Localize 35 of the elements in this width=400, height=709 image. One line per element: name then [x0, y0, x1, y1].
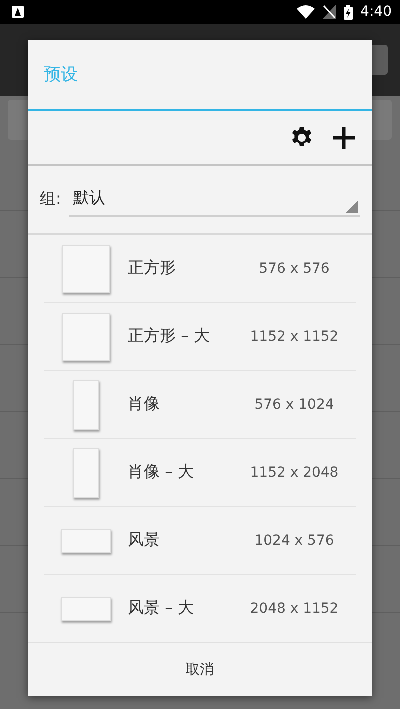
preset-item[interactable]: 正方形 – 大 1152 x 1152 [44, 303, 356, 372]
preset-item[interactable]: 正方形 576 x 576 [44, 235, 356, 304]
preset-name: 肖像 [128, 394, 161, 416]
preset-size: 1152 x 2048 [249, 464, 340, 481]
preset-item[interactable]: 风景 1024 x 576 [44, 507, 356, 576]
preset-item[interactable]: 风景 – 大 2048 x 1152 [44, 575, 356, 642]
preset-size: 2048 x 1152 [249, 600, 340, 617]
preset-item[interactable]: 肖像 – 大 1152 x 2048 [44, 439, 356, 508]
add-icon[interactable] [332, 126, 356, 150]
preset-name: 风景 – 大 [128, 598, 196, 620]
preset-size: 576 x 576 [258, 260, 331, 277]
preset-name: 正方形 – 大 [128, 326, 212, 348]
group-dropdown[interactable]: 默认 [69, 182, 360, 217]
notification-icon [12, 6, 24, 18]
dropdown-corner-icon [346, 200, 358, 213]
no-signal-icon [322, 5, 336, 19]
preset-size: 1152 x 1152 [249, 328, 340, 345]
clock-time: 4:40 [360, 4, 392, 20]
preset-thumbnail [61, 596, 111, 621]
preset-item[interactable]: 肖像 576 x 1024 [44, 371, 356, 440]
preset-name: 正方形 [128, 258, 177, 280]
preset-thumbnail [73, 380, 99, 430]
preset-size: 1024 x 576 [254, 532, 336, 549]
preset-name: 肖像 – 大 [128, 462, 196, 484]
preset-thumbnail [73, 448, 99, 498]
group-label: 组: [40, 189, 62, 210]
preset-name: 风景 [128, 530, 161, 552]
wifi-icon [296, 5, 315, 19]
preset-size: 576 x 1024 [254, 396, 336, 413]
preset-thumbnail [61, 528, 111, 553]
cancel-button[interactable]: 取消 [28, 642, 372, 696]
battery-charging-icon [344, 4, 353, 20]
dialog-title: 预设 [44, 64, 78, 86]
preset-thumbnail [62, 312, 110, 361]
preset-thumbnail [62, 244, 110, 293]
